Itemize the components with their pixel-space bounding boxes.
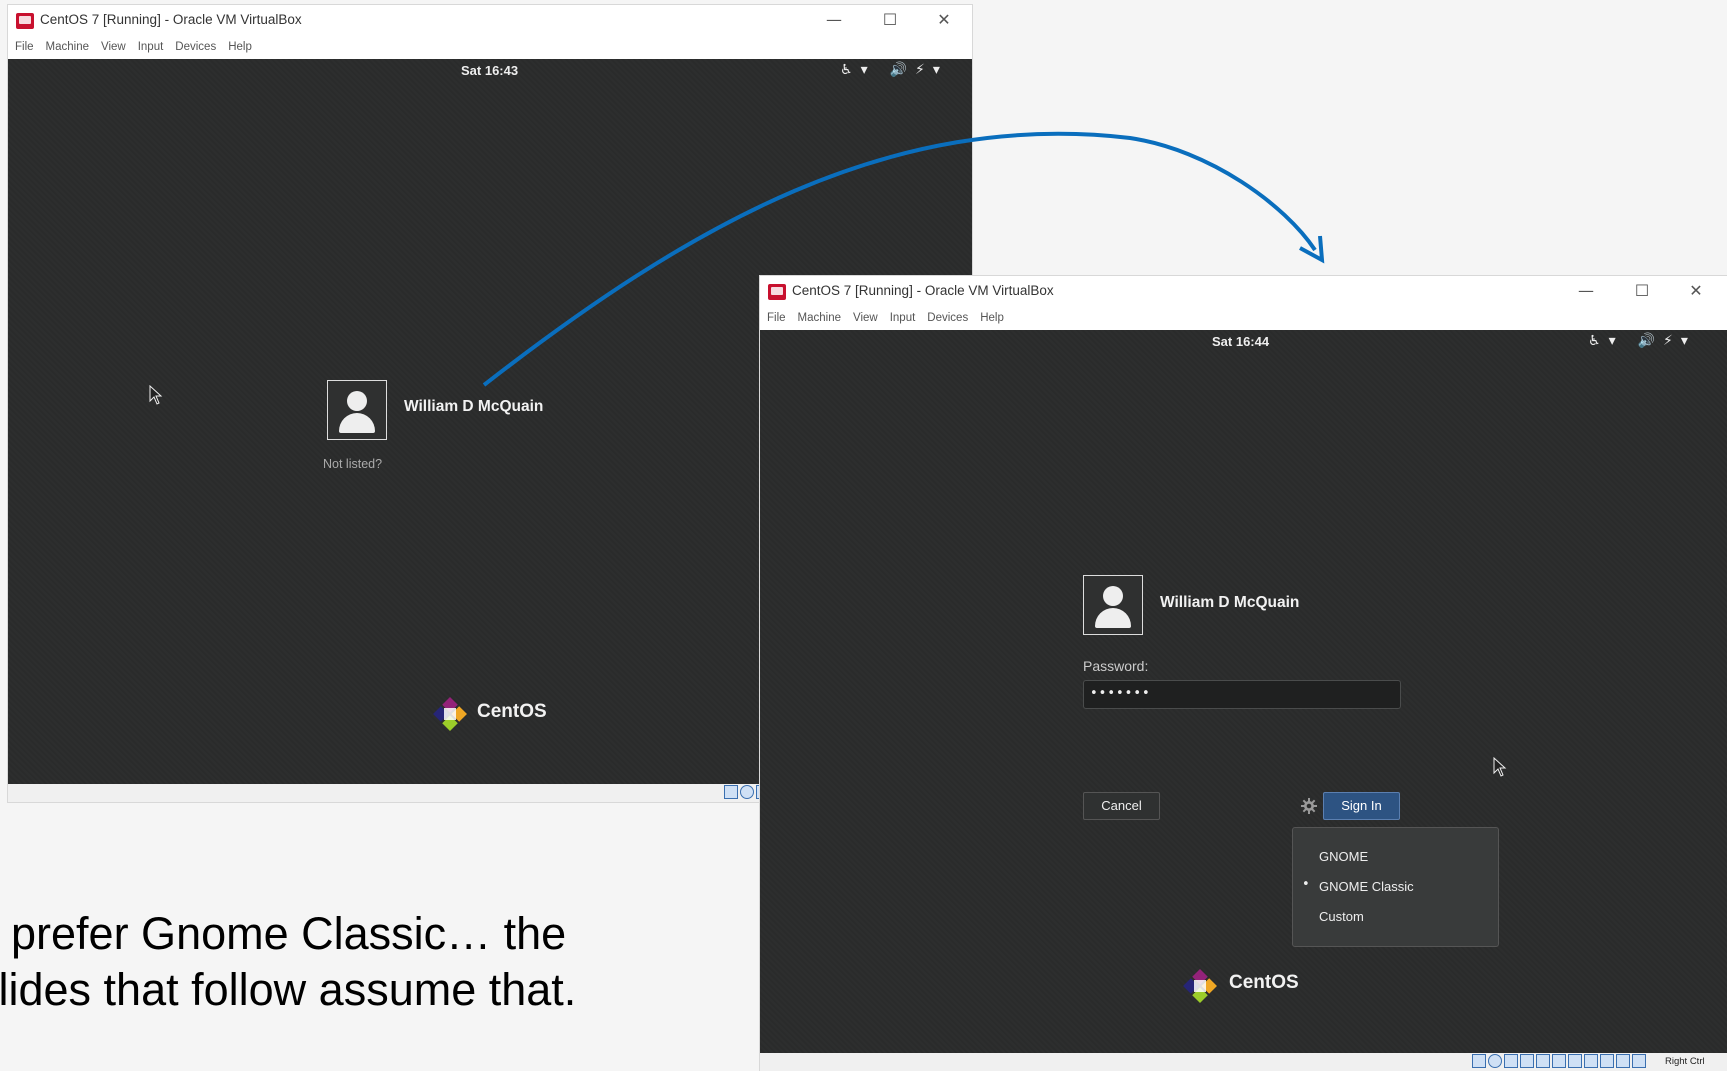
menu-devices[interactable]: Devices [920,308,973,324]
clock[interactable]: Sat 16:43 [461,63,518,78]
chevron-down-icon[interactable]: ▾ [861,62,868,78]
user-avatar [1083,575,1143,635]
gnome-topbar-2: Sat 16:44 ♿ ▾ 🔊 ⚡ ▾ [760,330,1727,354]
close-button[interactable]: ✕ [926,9,962,31]
vm-screen-2[interactable]: Sat 16:44 ♿ ▾ 🔊 ⚡ ▾ William D McQuain Passwo… [760,330,1727,1053]
window-1-titlebar[interactable]: CentOS 7 [Running] - Oracle VM VirtualBo… [8,5,972,35]
chevron-down-icon[interactable]: ▾ [933,62,940,78]
network-status-icon[interactable] [1520,1054,1534,1068]
close-button[interactable]: ✕ [1678,280,1714,302]
session-option-custom[interactable]: Custom [1319,909,1364,924]
cpu-status-icon[interactable] [1616,1054,1630,1068]
centos-logo-text: CentOS [1229,972,1299,993]
mouse-cursor-icon [149,385,163,405]
menu-file[interactable]: File [760,308,791,324]
centos-logo-icon [433,697,467,731]
cancel-button[interactable]: Cancel [1083,792,1160,820]
virtualbox-icon [16,13,34,29]
centos-logo-text: CentOS [477,701,547,722]
menu-machine[interactable]: Machine [791,308,846,324]
host-key-label: Right Ctrl [1665,1056,1705,1067]
maximize-button[interactable]: ☐ [872,9,908,31]
window-2-statusbar: Right Ctrl [760,1053,1727,1071]
caption-line-2: slides that follow assume that. [0,964,577,1015]
person-icon [1103,586,1123,606]
usb-status-icon[interactable] [1536,1054,1550,1068]
volume-icon: 🔊 [889,62,908,78]
optical-status-icon[interactable] [1488,1054,1502,1068]
gnome-topbar-1: Sat 16:43 ♿ ▾ 🔊 ⚡ ▾ [8,59,972,83]
menu-input[interactable]: Input [131,37,169,53]
system-tray[interactable]: ♿ ▾ 🔊 ⚡ ▾ [1580,333,1688,349]
battery-icon: ⚡ [1663,333,1673,349]
menu-machine[interactable]: Machine [39,37,94,53]
user-name: William D McQuain [1160,594,1300,611]
menu-view[interactable]: View [846,308,883,324]
centos-logo-icon [1183,969,1217,1003]
session-option-gnome[interactable]: GNOME [1319,849,1368,864]
keyboard-capture-status-icon[interactable] [1632,1054,1646,1068]
menu-help[interactable]: Help [221,37,257,53]
menu-devices[interactable]: Devices [168,37,221,53]
sign-in-button[interactable]: Sign In [1323,792,1400,820]
accessibility-icon[interactable]: ♿ [1588,333,1601,349]
display-status-icon[interactable] [1568,1054,1582,1068]
harddisk-status-icon[interactable] [724,785,738,799]
arrow-head-icon [1299,235,1325,264]
user-name[interactable]: William D McQuain [404,398,543,416]
password-value: ••••••• [1090,686,1151,701]
menu-help[interactable]: Help [973,308,1009,324]
volume-icon: 🔊 [1637,333,1656,349]
window-1-title: CentOS 7 [Running] - Oracle VM VirtualBo… [40,12,302,27]
accessibility-icon[interactable]: ♿ [840,62,853,78]
chevron-down-icon[interactable]: ▾ [1609,333,1616,349]
shared-folder-status-icon[interactable] [1552,1054,1566,1068]
session-menu: GNOME • GNOME Classic Custom [1292,827,1499,947]
window-2-title: CentOS 7 [Running] - Oracle VM VirtualBo… [792,283,1054,298]
password-label: Password: [1083,658,1149,674]
virtualbox-icon [768,284,786,300]
optical-status-icon[interactable] [740,785,754,799]
window-2-titlebar[interactable]: CentOS 7 [Running] - Oracle VM VirtualBo… [760,276,1727,306]
chevron-down-icon[interactable]: ▾ [1681,333,1688,349]
menu-view[interactable]: View [94,37,131,53]
mouse-integration-status-icon[interactable] [1600,1054,1614,1068]
password-field[interactable]: ••••••• [1083,680,1401,709]
minimize-button[interactable]: — [816,9,852,31]
gear-icon[interactable] [1301,798,1317,814]
user-avatar[interactable] [327,380,387,440]
session-option-gnome-classic[interactable]: GNOME Classic [1319,879,1414,894]
window-2-menubar: File Machine View Input Devices Help [760,306,1727,330]
clock[interactable]: Sat 16:44 [1212,334,1269,349]
selected-bullet: • [1302,877,1310,892]
system-tray[interactable]: ♿ ▾ 🔊 ⚡ ▾ [832,62,940,78]
audio-status-icon[interactable] [1504,1054,1518,1068]
caption-line-1: I prefer Gnome Classic… the [0,908,567,959]
not-listed-link[interactable]: Not listed? [323,457,382,471]
window-1-menubar: File Machine View Input Devices Help [8,35,972,59]
minimize-button[interactable]: — [1568,280,1604,302]
battery-icon: ⚡ [915,62,925,78]
mouse-cursor-icon [1493,757,1507,777]
video-capture-status-icon[interactable] [1584,1054,1598,1068]
menu-file[interactable]: File [8,37,39,53]
harddisk-status-icon[interactable] [1472,1054,1486,1068]
vm-window-2: CentOS 7 [Running] - Oracle VM VirtualBo… [760,276,1727,1071]
menu-input[interactable]: Input [883,308,921,324]
maximize-button[interactable]: ☐ [1624,280,1660,302]
person-icon [347,391,367,411]
